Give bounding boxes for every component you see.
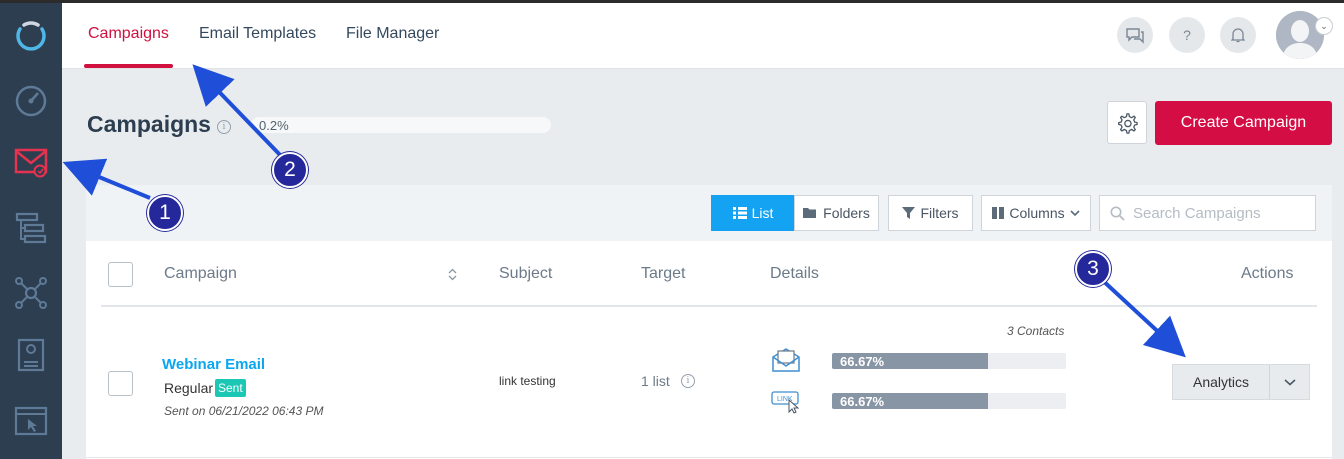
click-rate-label: 66.67%: [840, 394, 885, 409]
search-input[interactable]: Search Campaigns: [1099, 195, 1316, 231]
campaign-name-link[interactable]: Webinar Email: [162, 356, 265, 373]
header-divider: [101, 305, 1317, 307]
column-header-target: Target: [641, 265, 686, 282]
info-icon[interactable]: i: [217, 120, 231, 134]
select-all-checkbox[interactable]: [108, 262, 133, 287]
usage-percent: 0.2%: [259, 118, 289, 133]
columns-label: Columns: [1009, 205, 1065, 221]
folder-icon: [803, 208, 817, 218]
forms-icon[interactable]: [11, 335, 51, 375]
envelope-open-icon: [772, 348, 800, 372]
link-click-icon: LINK: [771, 391, 800, 414]
bell-icon[interactable]: [1220, 17, 1256, 53]
open-rate-label: 66.67%: [840, 354, 885, 369]
settings-button[interactable]: [1107, 101, 1147, 144]
columns-button[interactable]: Columns: [981, 195, 1091, 231]
workflow-icon[interactable]: [11, 208, 51, 248]
chevron-down-icon: [1283, 379, 1296, 386]
sort-icon[interactable]: [448, 268, 457, 281]
folders-view-button[interactable]: Folders: [794, 195, 879, 231]
campaign-subject: link testing: [499, 374, 556, 388]
help-icon[interactable]: ?: [1169, 17, 1205, 53]
active-tab-indicator: [84, 64, 173, 68]
search-icon: [1110, 206, 1125, 221]
sidebar: [0, 3, 62, 459]
column-header-actions: Actions: [1241, 265, 1294, 282]
page-title: Campaigns: [87, 111, 211, 137]
top-navigation: Campaigns Email Templates File Manager ?…: [62, 3, 1344, 69]
tab-file-manager[interactable]: File Manager: [346, 25, 439, 43]
help-glyph: ?: [1183, 27, 1191, 43]
usage-progress-bar: [251, 117, 551, 133]
column-header-subject: Subject: [499, 265, 553, 282]
list-label: List: [751, 205, 774, 221]
logo-ring-icon[interactable]: [11, 15, 51, 55]
status-badge: Sent: [215, 379, 246, 397]
annotation-marker-3: 3: [1075, 251, 1111, 287]
column-header-details: Details: [770, 265, 819, 282]
campaign-type: Regular: [164, 380, 214, 396]
create-campaign-button[interactable]: Create Campaign: [1155, 101, 1332, 145]
chevron-down-icon[interactable]: ⌄: [1315, 17, 1333, 35]
column-header-campaign[interactable]: Campaign: [164, 265, 237, 283]
search-placeholder: Search Campaigns: [1133, 204, 1261, 222]
campaigns-card: List Folders Filters Columns Search Camp…: [86, 185, 1332, 459]
filter-icon: [902, 206, 916, 219]
landing-page-icon[interactable]: [11, 401, 51, 441]
row-checkbox[interactable]: [108, 371, 133, 396]
dashboard-gauge-icon[interactable]: [11, 80, 51, 120]
filters-button[interactable]: Filters: [888, 195, 973, 231]
sent-date: Sent on 06/21/2022 06:43 PM: [164, 404, 324, 418]
annotation-marker-1: 1: [147, 195, 183, 231]
avatar[interactable]: [1276, 11, 1324, 59]
chevron-down-icon: [1070, 210, 1080, 217]
tab-email-templates[interactable]: Email Templates: [199, 25, 316, 43]
email-campaigns-icon[interactable]: [11, 142, 51, 182]
chat-icon[interactable]: [1117, 17, 1153, 53]
row-divider: [86, 457, 1332, 458]
campaign-target: 1 list: [641, 373, 670, 389]
table-toolbar: List Folders Filters Columns Search Camp…: [86, 185, 1332, 241]
network-icon[interactable]: [11, 273, 51, 313]
tab-campaigns[interactable]: Campaigns: [88, 25, 169, 43]
info-icon[interactable]: i: [681, 374, 695, 388]
columns-icon: [992, 207, 1005, 219]
analytics-label[interactable]: Analytics: [1173, 365, 1270, 399]
list-icon: [732, 207, 747, 219]
filters-label: Filters: [920, 205, 959, 221]
list-view-button[interactable]: List: [711, 195, 795, 231]
folders-label: Folders: [823, 205, 870, 221]
annotation-marker-2: 2: [272, 152, 308, 188]
contacts-count: 3 Contacts: [1007, 324, 1065, 338]
gear-icon: [1118, 112, 1138, 134]
analytics-button[interactable]: Analytics: [1172, 364, 1310, 400]
actions-dropdown-toggle[interactable]: [1270, 365, 1309, 399]
